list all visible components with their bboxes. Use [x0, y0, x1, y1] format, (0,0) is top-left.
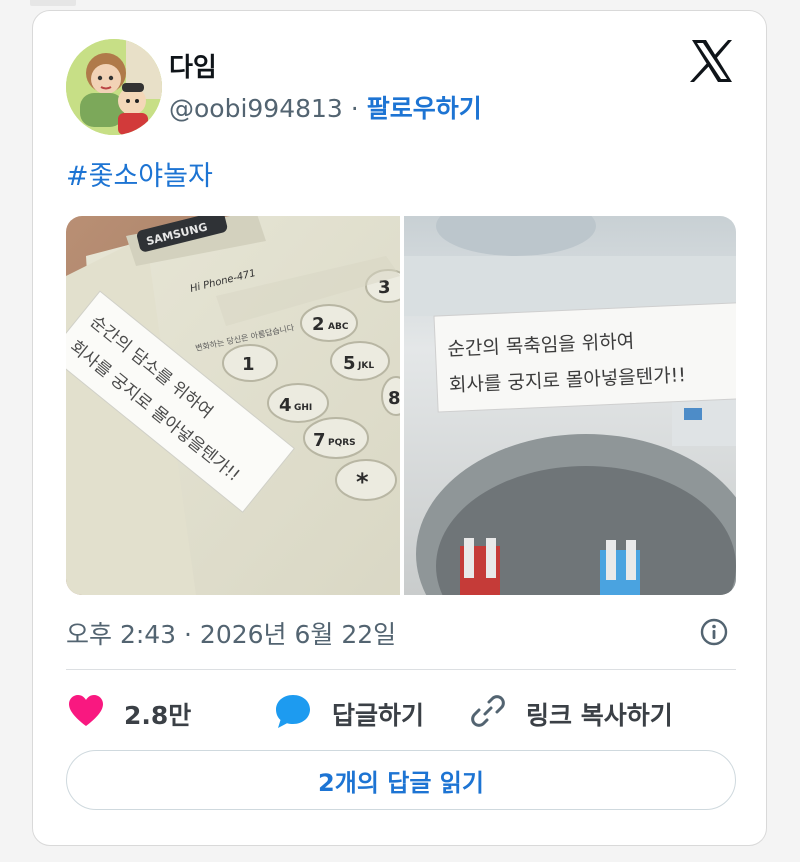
read-replies-button[interactable]: 2개의 답글 읽기 [66, 750, 736, 810]
like-button[interactable]: 2.8만 [68, 694, 191, 734]
tweet-embed-card: 다임 @oobi994813 · 팔로우하기 #좇소야놀자 SAMSUNG Hi… [32, 10, 767, 846]
hashtag-link[interactable]: #좇소야놀자 [66, 154, 213, 193]
tweet-timestamp[interactable]: 오후 2:43 · 2026년 6월 22일 [66, 615, 396, 651]
phone-photo: SAMSUNG Hi Phone-471 변화하는 당신은 아름답습니다 1 2… [66, 216, 401, 595]
reply-label: 답글하기 [332, 701, 425, 730]
key-2-letters: ABC [328, 322, 349, 332]
separator-dot: · [342, 94, 367, 123]
key-7-label: 7 [313, 430, 326, 451]
water-cooler-photo: 순간의 목축임을 위하여 회사를 궁지로 몰아넣을텐가!! [404, 216, 736, 595]
key-8-label: 8 [388, 388, 401, 409]
key-2-label: 2 [312, 314, 325, 335]
avatar[interactable] [66, 39, 162, 135]
display-name[interactable]: 다임 [169, 47, 217, 84]
heart-icon [68, 694, 104, 734]
divider [66, 669, 736, 670]
key-5-letters: JKL [357, 361, 374, 371]
handle-row: @oobi994813 · 팔로우하기 [169, 89, 482, 125]
follow-button[interactable]: 팔로우하기 [367, 94, 482, 123]
reply-button[interactable]: 답글하기 [274, 694, 424, 734]
key-5-label: 5 [343, 353, 356, 374]
user-handle[interactable]: @oobi994813 [169, 94, 343, 123]
key-1-label: 1 [242, 354, 255, 375]
previous-item-edge [30, 0, 76, 6]
copy-link-button[interactable]: 링크 복사하기 [470, 694, 673, 734]
info-icon[interactable] [699, 617, 729, 647]
tweet-media[interactable]: SAMSUNG Hi Phone-471 변화하는 당신은 아름답습니다 1 2… [66, 216, 736, 595]
reply-bubble-icon [274, 693, 312, 735]
like-count: 2.8만 [124, 701, 192, 730]
key-7-letters: PQRS [328, 438, 356, 448]
link-icon [470, 693, 506, 735]
key-star-label: * [356, 468, 369, 496]
action-bar: 2.8만 답글하기 링크 복사하기 [66, 694, 736, 734]
copy-link-label: 링크 복사하기 [526, 701, 673, 730]
x-logo-icon[interactable] [688, 37, 736, 85]
key-4-label: 4 [279, 395, 292, 416]
key-4-letters: GHI [294, 403, 312, 413]
